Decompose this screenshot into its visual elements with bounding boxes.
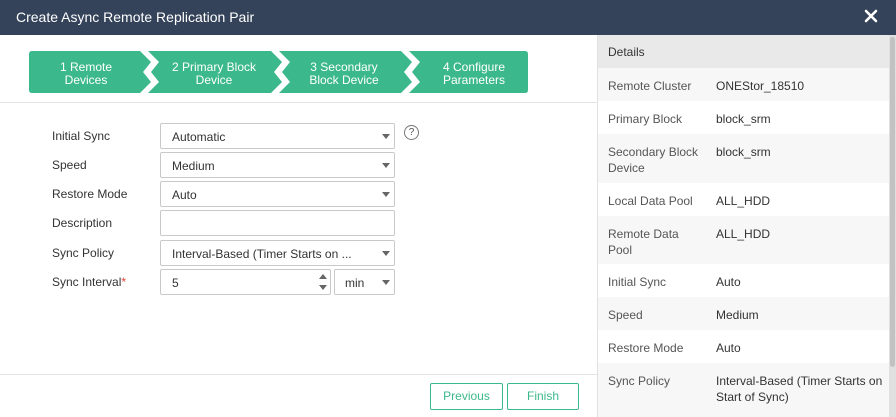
wizard-panel: 1 Remote Devices 2 Primary Block Device … [0, 35, 597, 417]
detail-row: Sync Policy Interval-Based (Timer Starts… [598, 363, 889, 417]
detail-value: ONEStor_18510 [716, 79, 805, 93]
sync-interval-label: Sync Interval* [52, 275, 126, 289]
restore-mode-value: Auto [172, 188, 197, 202]
detail-key: Local Data Pool [608, 194, 693, 208]
initial-sync-value: Automatic [172, 130, 226, 144]
sync-interval-unit-select[interactable]: min [334, 269, 395, 295]
detail-value: Auto [716, 275, 741, 289]
detail-key: Initial Sync [608, 275, 667, 289]
step-1-label[interactable]: 1 Remote Devices [32, 61, 140, 87]
sync-policy-row: Sync Policy Interval-Based (Timer Starts… [0, 240, 597, 266]
speed-value: Medium [172, 159, 215, 173]
step-1-line2: Devices [64, 73, 108, 87]
speed-label: Speed [52, 158, 87, 172]
close-icon[interactable] [864, 6, 878, 26]
detail-value: block_srm [716, 112, 771, 126]
wizard-steps: 1 Remote Devices 2 Primary Block Device … [0, 35, 597, 103]
detail-key: Remote Data Pool [608, 227, 679, 257]
dialog-titlebar: Create Async Remote Replication Pair [0, 0, 896, 35]
restore-mode-label: Restore Mode [52, 187, 128, 201]
dialog-footer: Previous Finish [0, 374, 597, 417]
sync-policy-select[interactable]: Interval-Based (Timer Starts on ... [160, 240, 395, 266]
step-4-label[interactable]: 4 Configure Parameters [420, 61, 528, 87]
step-2-line2: Device [195, 73, 233, 87]
speed-select[interactable]: Medium [160, 152, 395, 178]
finish-button[interactable]: Finish [507, 383, 579, 410]
chevron-down-icon [382, 134, 390, 139]
detail-key: Restore Mode [608, 341, 684, 355]
detail-value: ALL_HDD [716, 227, 771, 241]
scrollbar-thumb[interactable] [890, 37, 895, 367]
detail-row: Restore Mode Auto [598, 330, 889, 363]
spin-up-icon[interactable] [317, 271, 329, 282]
detail-value: Medium [716, 308, 759, 322]
sync-interval-unit-value: min [345, 276, 365, 290]
detail-row: Local Data Pool ALL_HDD [598, 183, 889, 216]
initial-sync-select[interactable]: Automatic [160, 123, 395, 149]
detail-row: Initial Sync Auto [598, 264, 889, 297]
detail-row: Speed Medium [598, 297, 889, 330]
step-3-label[interactable]: 3 Secondary Block Device [289, 61, 399, 87]
previous-button[interactable]: Previous [430, 383, 503, 410]
chevron-down-icon [382, 163, 390, 168]
sync-interval-stepper[interactable]: 5 [160, 269, 331, 295]
chevron-down-icon [382, 192, 390, 197]
sync-policy-label: Sync Policy [52, 246, 115, 260]
detail-row: Remote Data Pool ALL_HDD [598, 216, 889, 264]
initial-sync-label: Initial Sync [52, 129, 111, 143]
speed-row: Speed Medium [0, 152, 597, 178]
detail-value: block_srm [716, 145, 771, 159]
details-header: Details [598, 35, 889, 68]
details-scrollbar[interactable] [889, 35, 896, 417]
help-icon[interactable]: ? [404, 125, 419, 140]
detail-value: Auto [716, 341, 741, 355]
detail-key: Sync Policy [608, 374, 671, 388]
restore-mode-select[interactable]: Auto [160, 181, 395, 207]
details-title: Details [608, 45, 645, 59]
dialog-title: Create Async Remote Replication Pair [16, 9, 255, 25]
detail-row: Primary Block block_srm [598, 101, 889, 134]
detail-key: Primary Block [608, 112, 683, 126]
sync-policy-value: Interval-Based (Timer Starts on ... [172, 247, 352, 261]
chevron-down-icon [382, 280, 390, 285]
spin-down-icon[interactable] [317, 282, 329, 293]
chevron-down-icon [382, 251, 390, 256]
restore-mode-row: Restore Mode Auto [0, 181, 597, 207]
detail-key: Remote Cluster [608, 79, 692, 93]
step-3-line2: Block Device [309, 73, 379, 87]
detail-row: Secondary Block Device block_srm [598, 134, 889, 183]
step-4-line2: Parameters [442, 73, 506, 87]
description-row: Description [0, 210, 597, 236]
sync-interval-row: Sync Interval* 5 min [0, 269, 597, 295]
initial-sync-row: Initial Sync Automatic ? [0, 123, 597, 149]
sync-interval-label-text: Sync Interval [52, 275, 122, 289]
required-mark: * [121, 275, 127, 289]
detail-key: Secondary Block Device [608, 145, 699, 175]
description-label: Description [52, 216, 113, 230]
details-panel: Details Remote Cluster ONEStor_18510 Pri… [597, 35, 896, 417]
step-2-label[interactable]: 2 Primary Block Device [158, 61, 270, 87]
detail-key: Speed [608, 308, 643, 322]
detail-value: Interval-Based (Timer Starts on Start of… [716, 374, 883, 404]
detail-value: ALL_HDD [716, 194, 771, 208]
detail-row: Remote Cluster ONEStor_18510 [598, 68, 889, 101]
sync-interval-value: 5 [172, 276, 179, 290]
description-input[interactable] [160, 210, 395, 236]
